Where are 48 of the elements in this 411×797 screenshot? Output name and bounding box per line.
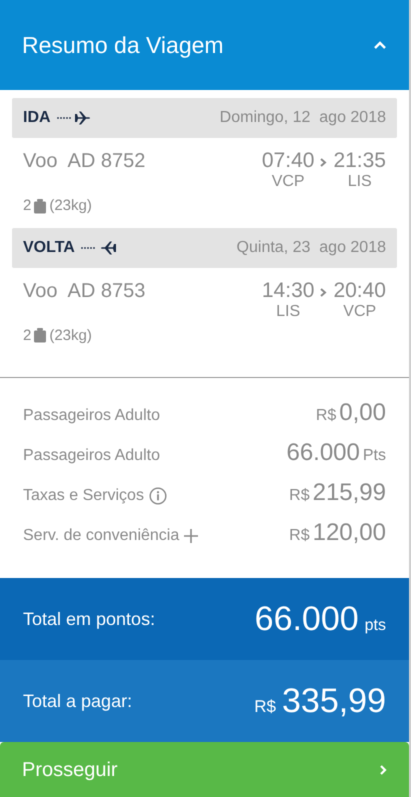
points-unit: pts [364,616,386,636]
segment-label: VOLTA [23,238,75,258]
points-unit: Pts [362,446,386,466]
cost-amount: 120,00 [312,518,386,548]
dotted-plane-icon [56,110,92,126]
dotted-plane-icon [80,240,116,256]
flight-number: Voo AD 8752 [23,149,146,174]
cost-amount: 0,00 [339,398,386,428]
baggage-count: 2 [23,326,32,346]
flight-date: Domingo, 12 ago 2018 [220,108,386,128]
flight-date: Quinta, 23 ago 2018 [236,238,386,258]
info-icon[interactable] [148,487,167,505]
chevron-right-icon [320,158,328,167]
currency-symbol: R$ [289,526,310,546]
proceed-button[interactable]: Prosseguir [0,742,409,797]
cost-label: Passageiros Adulto [23,446,160,466]
total-amount: 66.000 [254,598,359,640]
suitcase-icon [33,198,48,214]
segment-label: IDA [23,108,51,128]
flight-number: Voo AD 8753 [23,278,146,304]
arrival-time: 20:40 [333,278,386,302]
collapse-chevron-icon[interactable] [373,38,387,52]
departure-time: 14:30 [262,278,314,302]
total-label: Total a pagar: [23,690,132,713]
baggage-count: 2 [23,196,32,216]
cost-amount: 66.000 [286,438,360,468]
currency-symbol: R$ [316,406,336,426]
plus-icon[interactable] [184,529,198,543]
currency-symbol: R$ [254,696,276,718]
currency-symbol: R$ [289,486,310,506]
airport-code: VCP [272,173,305,191]
cost-label: Serv. de conveniência [23,526,180,546]
total-label: Total em pontos: [23,608,156,631]
arrival-time: 21:35 [333,149,386,173]
chevron-right-icon [380,764,387,774]
total-amount: 335,99 [282,680,386,722]
suitcase-icon [33,328,48,344]
cost-amount: 215,99 [312,478,386,508]
cost-label: Passageiros Adulto [23,406,160,426]
airport-code: LIS [348,173,372,191]
header-title: Resumo da Viagem [22,30,224,60]
baggage-weight: (23kg) [49,196,92,216]
departure-time: 07:40 [262,149,314,173]
baggage-weight: (23kg) [49,326,92,346]
chevron-right-icon [320,288,328,296]
cost-label: Taxas e Serviços [23,486,144,506]
airport-code: VCP [343,302,376,320]
airport-code: LIS [276,302,300,320]
